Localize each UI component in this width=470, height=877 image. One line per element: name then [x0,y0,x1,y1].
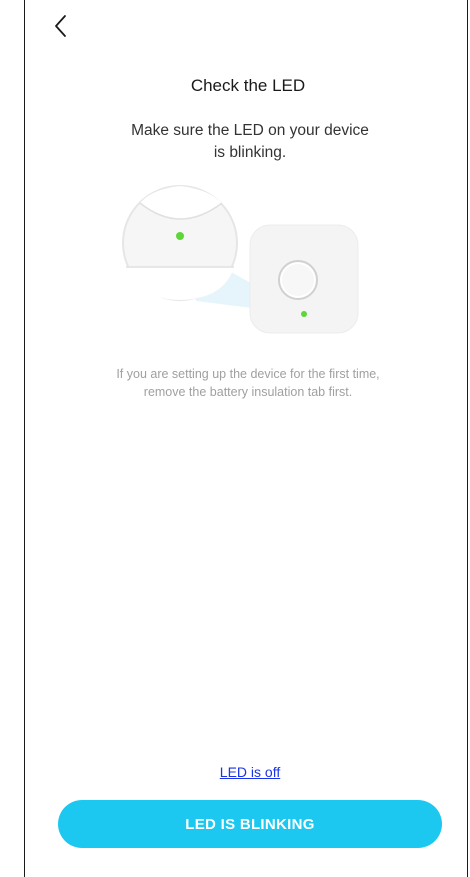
setup-note-line-1: If you are setting up the device for the… [116,367,380,381]
frame-border-right [467,0,468,877]
device-illustration-svg [122,185,359,334]
led-is-blinking-button[interactable]: LED IS BLINKING [58,800,442,848]
instruction-text: Make sure the LED on your device is blin… [90,120,410,164]
device-led-illustration [118,183,368,353]
setup-note: If you are setting up the device for the… [58,365,438,401]
instruction-line-1: Make sure the LED on your device [131,122,369,139]
check-led-screen: Check the LED Make sure the LED on your … [0,0,470,877]
instruction-line-2: is blinking. [213,144,287,161]
back-button[interactable] [48,10,76,44]
frame-border-left [24,0,25,877]
setup-note-line-2: remove the battery insulation tab first. [143,385,353,399]
chevron-left-icon [55,15,66,37]
page-title: Check the LED [190,76,306,95]
led-is-blinking-label: LED IS BLINKING [185,815,315,833]
led-is-off-link[interactable]: LED is off [150,764,350,780]
